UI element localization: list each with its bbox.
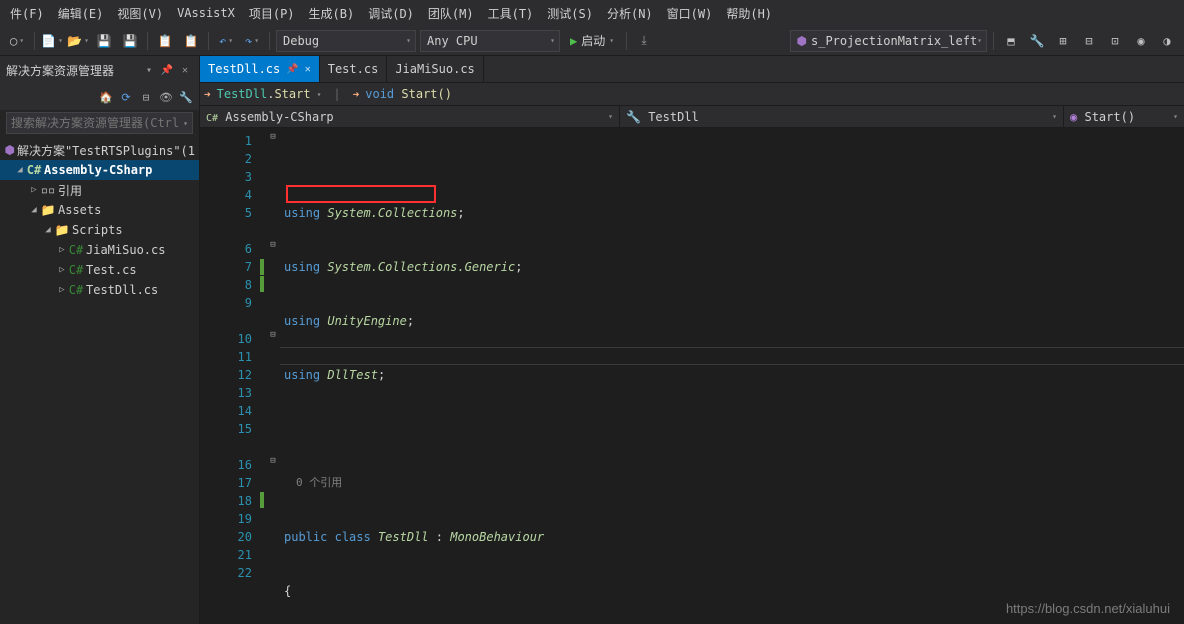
editor-area: TestDll.cs📌✕ Test.cs JiaMiSuo.cs ➜ TestD… <box>200 56 1184 624</box>
panel-pin-icon[interactable]: 📌 <box>159 62 175 78</box>
start-debug-button[interactable]: ▶启动▾ <box>564 30 620 52</box>
paste-button[interactable]: 📋 <box>180 30 202 52</box>
quick-launch-input[interactable]: ⬢s_ProjectionMatrix_left▾ <box>790 30 987 52</box>
arrow-icon-2: ➜ <box>353 88 360 101</box>
fold-column: ⊟ ⊟ ⊟ ⊟ <box>266 128 280 624</box>
show-all-icon[interactable]: 👁 <box>157 88 175 106</box>
close-icon[interactable]: ✕ <box>305 64 311 75</box>
menu-tools[interactable]: 工具(T) <box>482 2 540 25</box>
collapse-icon[interactable]: ⊟ <box>137 88 155 106</box>
step-button[interactable]: ⤓ <box>633 30 655 52</box>
save-button[interactable]: 💾 <box>93 30 115 52</box>
context-nav-bar: C# Assembly-CSharp▾ 🔧 TestDll▾ ◉ Start()… <box>200 106 1184 128</box>
fold-icon[interactable]: ⊟ <box>266 240 280 258</box>
new-file-button[interactable]: 📄▾ <box>41 30 63 52</box>
panel-close-icon[interactable]: ✕ <box>177 62 193 78</box>
tool-icon-2[interactable]: 🔧 <box>1026 30 1048 52</box>
highlight-annotation <box>286 185 436 203</box>
project-node[interactable]: ◢C#Assembly-CSharp <box>0 160 199 180</box>
menu-vassistx[interactable]: VAssistX <box>171 3 241 23</box>
tab-jiamisuo[interactable]: JiaMiSuo.cs <box>387 56 483 82</box>
copy-button[interactable]: 📋 <box>154 30 176 52</box>
fold-icon[interactable]: ⊟ <box>266 330 280 348</box>
project-context-dropdown[interactable]: C# Assembly-CSharp▾ <box>200 106 620 127</box>
solution-search-input[interactable]: ▾ <box>6 112 193 134</box>
menu-help[interactable]: 帮助(H) <box>720 2 778 25</box>
menu-window[interactable]: 窗口(W) <box>661 2 719 25</box>
tool-icon-7[interactable]: ◑ <box>1156 30 1178 52</box>
solution-explorer-title: 解决方案资源管理器 <box>6 62 114 79</box>
redo-button[interactable]: ↷▾ <box>241 30 263 52</box>
menu-build[interactable]: 生成(B) <box>303 2 361 25</box>
editor-tabs: TestDll.cs📌✕ Test.cs JiaMiSuo.cs <box>200 56 1184 82</box>
panel-menu-icon[interactable]: ▾ <box>141 62 157 78</box>
assets-folder[interactable]: ◢📁Assets <box>0 200 199 220</box>
platform-dropdown[interactable]: Any CPU▾ <box>420 30 560 52</box>
pin-icon[interactable]: 📌 <box>286 64 298 75</box>
scripts-folder[interactable]: ◢📁Scripts <box>0 220 199 240</box>
tab-testdll[interactable]: TestDll.cs📌✕ <box>200 56 320 82</box>
tool-icon-3[interactable]: ⊞ <box>1052 30 1074 52</box>
menu-test[interactable]: 测试(S) <box>541 2 599 25</box>
fold-icon[interactable]: ⊟ <box>266 456 280 474</box>
undo-button[interactable]: ↶▾ <box>215 30 237 52</box>
file-testdll[interactable]: ▷C#TestDll.cs <box>0 280 199 300</box>
references-node[interactable]: ▷▫▫引用 <box>0 180 199 200</box>
properties-icon[interactable]: 🔧 <box>177 88 195 106</box>
menu-team[interactable]: 团队(M) <box>422 2 480 25</box>
menu-edit[interactable]: 编辑(E) <box>52 2 110 25</box>
nav-back-button[interactable]: ◯▾ <box>6 30 28 52</box>
nav-class[interactable]: TestDll.Start <box>217 87 311 101</box>
vassist-nav-bar: ➜ TestDll.Start ▾ | ➜ void Start() <box>200 82 1184 106</box>
tool-icon-6[interactable]: ◉ <box>1130 30 1152 52</box>
solution-node[interactable]: ⬢解决方案"TestRTSPlugins"(1 <box>0 140 199 160</box>
config-dropdown[interactable]: Debug▾ <box>276 30 416 52</box>
refresh-icon[interactable]: ⟳ <box>117 88 135 106</box>
class-context-dropdown[interactable]: 🔧 TestDll▾ <box>620 106 1064 127</box>
file-jiamisuo[interactable]: ▷C#JiaMiSuo.cs <box>0 240 199 260</box>
main-toolbar: ◯▾ 📄▾ 📂▾ 💾 💾 📋 📋 ↶▾ ↷▾ Debug▾ Any CPU▾ ▶… <box>0 26 1184 56</box>
member-context-dropdown[interactable]: ◉ Start()▾ <box>1064 106 1184 127</box>
menu-file[interactable]: 件(F) <box>4 2 50 25</box>
menu-view[interactable]: 视图(V) <box>111 2 169 25</box>
line-numbers: 12345678910111213141516171819202122 <box>200 128 260 624</box>
home-icon[interactable]: 🏠 <box>97 88 115 106</box>
code-editor[interactable]: 12345678910111213141516171819202122 ⊟ ⊟ … <box>200 128 1184 624</box>
solution-tree: ⬢解决方案"TestRTSPlugins"(1 ◢C#Assembly-CSha… <box>0 136 199 624</box>
tool-icon-5[interactable]: ⊡ <box>1104 30 1126 52</box>
menu-debug[interactable]: 调试(D) <box>362 2 420 25</box>
save-all-button[interactable]: 💾 <box>119 30 141 52</box>
open-file-button[interactable]: 📂▾ <box>67 30 89 52</box>
menu-project[interactable]: 项目(P) <box>243 2 301 25</box>
fold-icon[interactable]: ⊟ <box>266 132 280 150</box>
tab-test[interactable]: Test.cs <box>320 56 388 82</box>
tool-icon-4[interactable]: ⊟ <box>1078 30 1100 52</box>
solution-explorer-panel: 解决方案资源管理器 ▾ 📌 ✕ 🏠 ⟳ ⊟ 👁 🔧 ▾ ⬢解决方案"TestRT… <box>0 56 200 624</box>
nav-method-sig[interactable]: void Start() <box>365 87 452 101</box>
file-test[interactable]: ▷C#Test.cs <box>0 260 199 280</box>
tool-icon-1[interactable]: ⬒ <box>1000 30 1022 52</box>
menu-analyze[interactable]: 分析(N) <box>601 2 659 25</box>
menu-bar: 件(F) 编辑(E) 视图(V) VAssistX 项目(P) 生成(B) 调试… <box>0 0 1184 26</box>
watermark-text: https://blog.csdn.net/xialuhui <box>1006 601 1170 616</box>
arrow-icon: ➜ <box>204 88 211 101</box>
